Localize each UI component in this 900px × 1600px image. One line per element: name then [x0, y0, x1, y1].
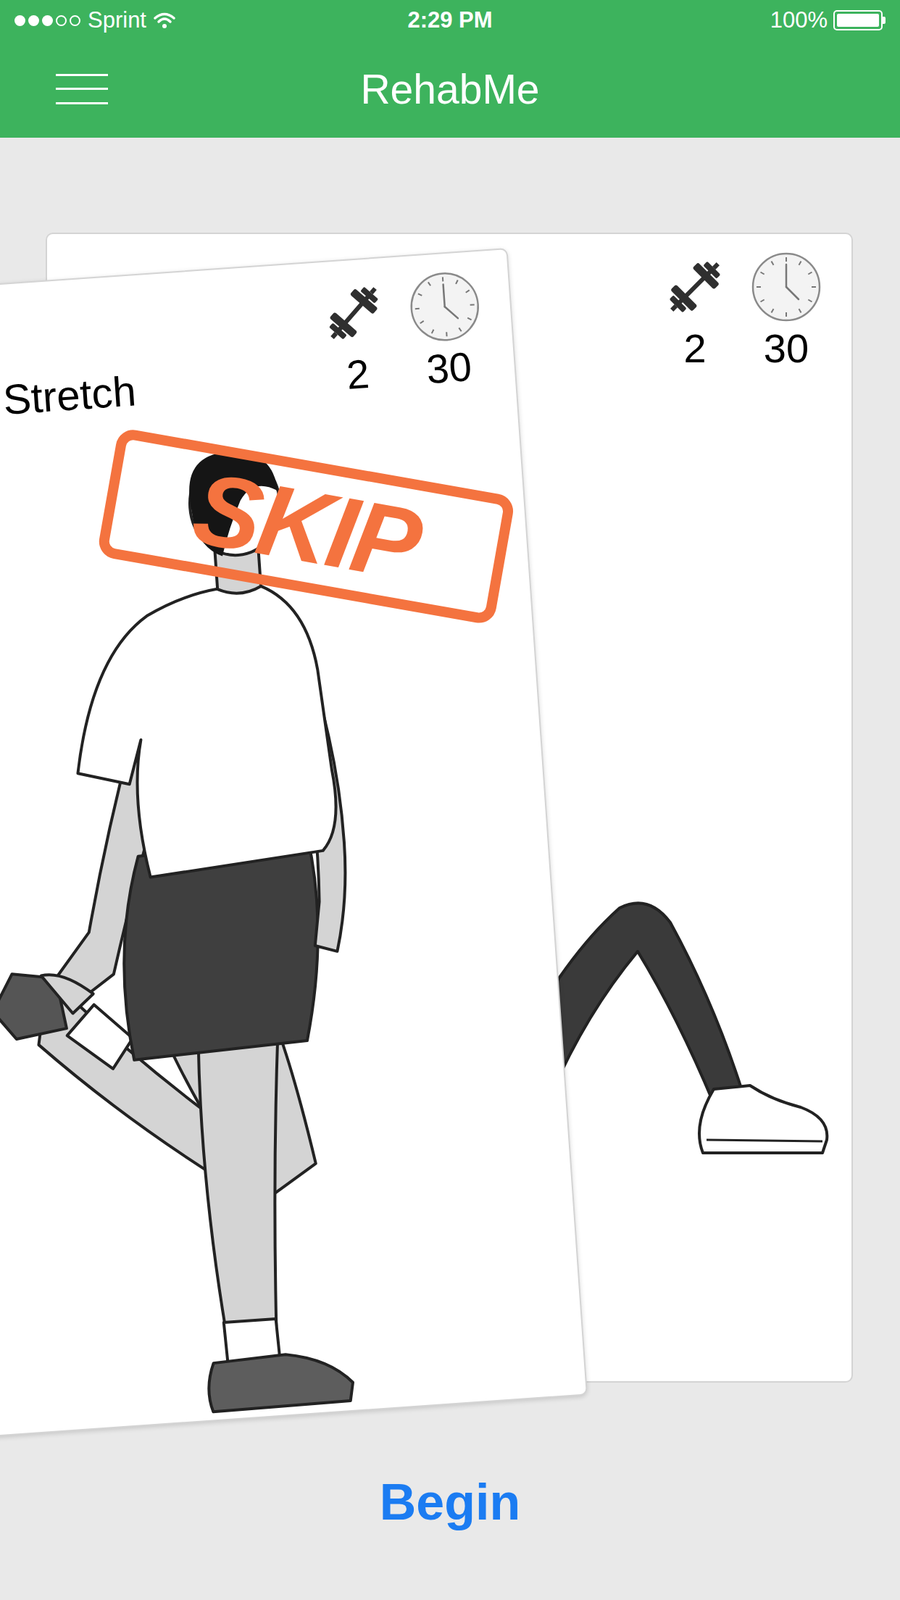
clock-icon	[750, 251, 822, 323]
app-screen: Sprint2:29 PM100% RehabMe 230Stretch230S…	[0, 0, 900, 1600]
dumbbell-icon	[659, 251, 731, 323]
menu-icon[interactable]	[55, 73, 108, 106]
sets-count: 2	[683, 328, 706, 369]
battery-percent: 100%	[770, 6, 828, 34]
carrier-label: Sprint	[87, 6, 147, 34]
status-left: Sprint	[14, 6, 306, 34]
battery-track	[833, 10, 883, 31]
card-title: Stretch	[0, 365, 138, 445]
card-stats: 2 30	[315, 268, 487, 398]
seconds-count: 30	[763, 328, 809, 369]
signal-dot	[55, 15, 67, 27]
status-center: 2:29 PM	[305, 6, 596, 34]
status-bar: Sprint 2:29 PM 100%	[0, 0, 900, 41]
card-area: 2 30 Stretch 2 30 SKIP	[0, 137, 900, 1383]
battery-icon	[833, 10, 886, 31]
wifi-icon	[153, 11, 176, 29]
app-title: RehabMe	[360, 64, 540, 114]
nav-bar: RehabMe	[0, 40, 900, 138]
app-header: Sprint 2:29 PM 100% RehabMe	[0, 0, 900, 138]
sets-count: 2	[344, 353, 371, 396]
sets-stat: 2	[658, 251, 732, 369]
stretch-figure-icon	[0, 249, 587, 1450]
begin-button[interactable]: Begin	[365, 1471, 535, 1533]
card-holder[interactable]: Stretch 2 30 SKIP	[0, 247, 588, 1452]
skip-stamp: SKIP	[96, 426, 516, 626]
card-stats: 2 30	[658, 251, 823, 369]
skip-stamp-label: SKIP	[186, 456, 426, 596]
signal-dots	[14, 15, 81, 27]
exercise-card[interactable]: Stretch 2 30 SKIP	[0, 247, 588, 1452]
dumbbell-icon	[315, 275, 393, 352]
signal-dot	[69, 15, 81, 27]
status-right: 100%	[594, 6, 886, 34]
signal-dot	[14, 15, 26, 27]
signal-dot	[42, 15, 53, 27]
time-stat: 30	[405, 268, 487, 392]
seconds-count: 30	[425, 346, 474, 390]
clock-time: 2:29 PM	[407, 6, 493, 34]
card-header: Stretch 2 30	[0, 249, 516, 446]
sets-stat: 2	[315, 275, 396, 398]
battery-fill	[836, 13, 879, 27]
time-stat: 30	[750, 251, 823, 369]
battery-tip	[882, 16, 886, 24]
signal-dot	[28, 15, 40, 27]
card-stack[interactable]: 230Stretch230SKIP	[45, 232, 853, 1383]
clock-icon	[406, 268, 483, 345]
